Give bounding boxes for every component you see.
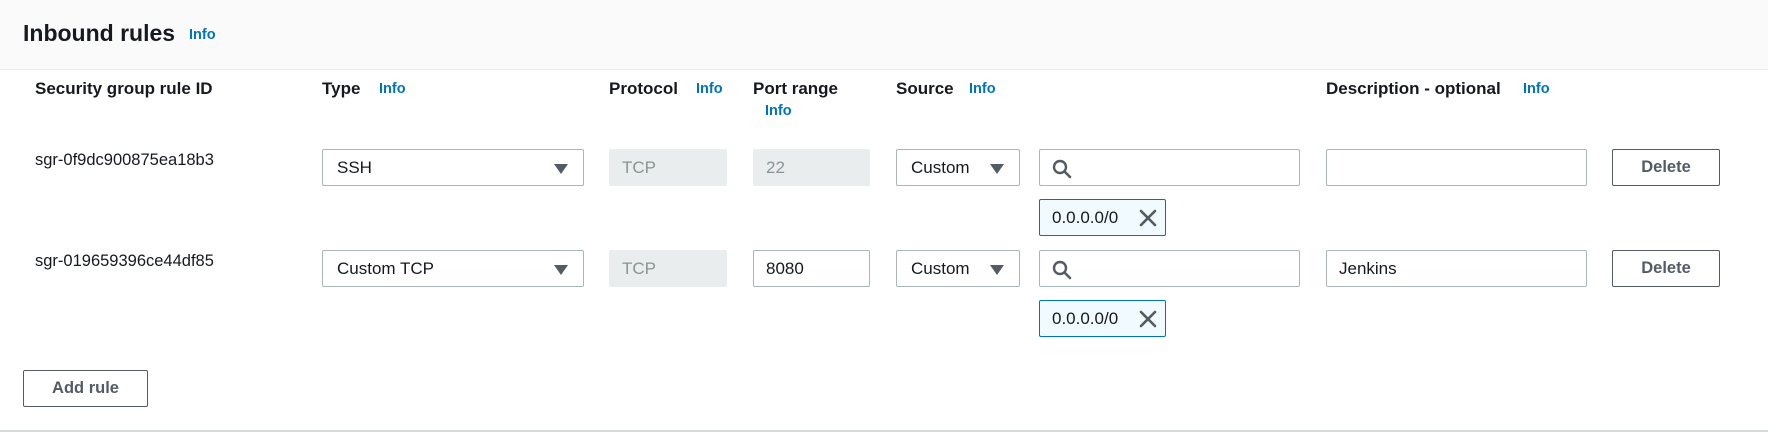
col-header-port-range: Port range	[753, 79, 839, 98]
source-type-value: Custom	[911, 157, 970, 177]
protocol-field: TCP	[609, 149, 727, 186]
protocol-value: TCP	[622, 157, 656, 177]
caret-down-icon	[990, 265, 1004, 275]
type-select-value: SSH	[337, 157, 372, 177]
source-token-label: 0.0.0.0/0	[1052, 308, 1119, 328]
type-select-value: Custom TCP	[337, 258, 434, 278]
source-token-label: 0.0.0.0/0	[1052, 207, 1119, 227]
delete-button[interactable]: Delete	[1612, 149, 1720, 186]
col-header-protocol: Protocol	[609, 79, 678, 98]
add-rule-button[interactable]: Add rule	[23, 370, 148, 407]
panel-header: Inbound rules Info	[0, 0, 1768, 70]
protocol-value: TCP	[622, 258, 656, 278]
col-header-type: Type	[322, 79, 361, 98]
port-range-input[interactable]: 8080	[753, 250, 870, 287]
description-input[interactable]	[1326, 149, 1587, 186]
divider	[0, 430, 1768, 432]
rule-id: sgr-0f9dc900875ea18b3	[35, 151, 214, 169]
port-range-value: 8080	[766, 258, 804, 278]
col-header-description: Description - optional	[1326, 79, 1501, 98]
col-header-rule-id: Security group rule ID	[35, 79, 213, 98]
search-icon	[1052, 159, 1072, 179]
port-range-info-link[interactable]: Info	[765, 103, 792, 119]
close-icon[interactable]	[1137, 308, 1159, 330]
source-search-input[interactable]	[1039, 149, 1300, 186]
source-type-select[interactable]: Custom	[896, 250, 1020, 287]
source-type-select[interactable]: Custom	[896, 149, 1020, 186]
port-range-field: 22	[753, 149, 870, 186]
description-input[interactable]: Jenkins	[1326, 250, 1587, 287]
panel-title: Inbound rules	[23, 20, 176, 46]
protocol-field: TCP	[609, 250, 727, 287]
rule-id: sgr-019659396ce44df85	[35, 252, 214, 270]
source-token: 0.0.0.0/0	[1039, 199, 1166, 236]
source-info-link[interactable]: Info	[969, 81, 996, 97]
caret-down-icon	[554, 265, 568, 275]
delete-button[interactable]: Delete	[1612, 250, 1720, 287]
source-type-value: Custom	[911, 258, 970, 278]
type-select[interactable]: Custom TCP	[322, 250, 584, 287]
close-icon[interactable]	[1137, 207, 1159, 229]
search-icon	[1052, 260, 1072, 280]
port-range-value: 22	[766, 157, 785, 177]
col-header-source: Source	[896, 79, 954, 98]
protocol-info-link[interactable]: Info	[696, 81, 723, 97]
caret-down-icon	[990, 164, 1004, 174]
type-info-link[interactable]: Info	[379, 81, 406, 97]
source-token: 0.0.0.0/0	[1039, 300, 1166, 337]
description-info-link[interactable]: Info	[1523, 81, 1550, 97]
description-value: Jenkins	[1339, 258, 1397, 278]
panel-info-link[interactable]: Info	[189, 27, 216, 43]
type-select[interactable]: SSH	[322, 149, 584, 186]
source-search-input[interactable]	[1039, 250, 1300, 287]
caret-down-icon	[554, 164, 568, 174]
